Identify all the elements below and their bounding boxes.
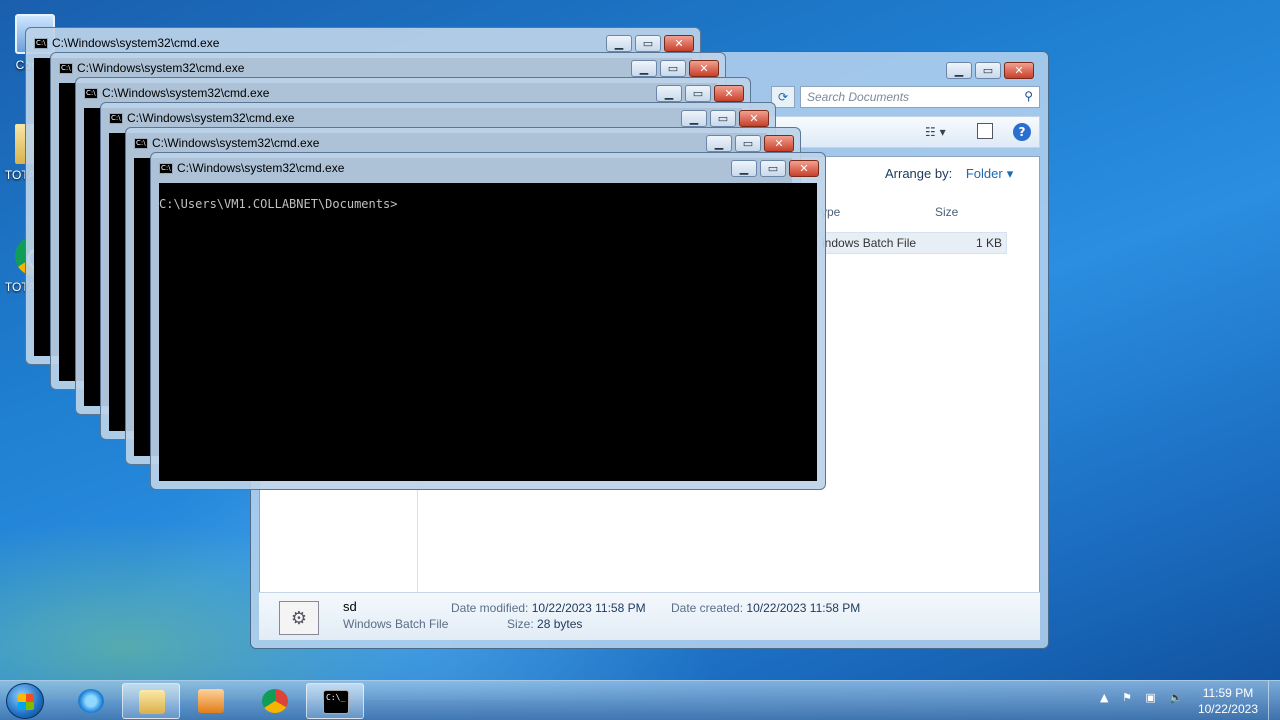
cmd-caption-buttons: ▁ ▭ ✕ [628,60,719,77]
clock-date: 10/22/2023 [1197,702,1258,716]
search-input[interactable]: Search Documents ⚲ [800,86,1040,108]
system-tray: ▲ ⚑ ▣ 🔈 [1100,691,1193,704]
details-file-name: sd [343,599,357,614]
minimize-button[interactable]: ▁ [631,60,657,77]
close-button[interactable]: ✕ [1004,62,1034,79]
preview-pane-icon[interactable] [977,123,993,139]
cmd-caption-buttons: ▁ ▭ ✕ [603,35,694,52]
cmd-window-title: C:\Windows\system32\cmd.exe [152,136,320,150]
taskbar-explorer[interactable] [122,683,180,719]
search-icon: ⚲ [1024,89,1033,103]
size-label: Size: [507,617,534,631]
maximize-button[interactable]: ▭ [660,60,686,77]
maximize-button[interactable]: ▭ [735,135,761,152]
cmd-app-icon: C:\ [109,113,123,124]
cmd-caption-buttons: ▁ ▭ ✕ [703,135,794,152]
minimize-button[interactable]: ▁ [731,160,757,177]
action-center-icon[interactable]: ⚑ [1122,691,1132,704]
cmd-window-title: C:\Windows\system32\cmd.exe [127,111,295,125]
close-button[interactable]: ✕ [714,85,744,102]
date-modified-label: Date modified: [451,601,529,615]
ie-icon [78,689,104,713]
file-row[interactable]: indows Batch File 1 KB [817,232,1007,254]
column-header-size[interactable]: Size [935,205,958,219]
volume-muted-icon[interactable]: 🔈 [1169,691,1183,704]
search-placeholder: Search Documents [807,90,910,104]
close-button[interactable]: ✕ [789,160,819,177]
help-icon[interactable]: ? [1013,123,1031,141]
start-button[interactable] [6,683,44,719]
media-player-icon [198,689,224,713]
arrange-by[interactable]: Arrange by: Folder ▾ [885,166,1013,182]
maximize-button[interactable]: ▭ [635,35,661,52]
cmd-window-title: C:\Windows\system32\cmd.exe [102,86,270,100]
batch-file-icon: ⚙ [279,601,319,635]
close-button[interactable]: ✕ [689,60,719,77]
details-file-type: Windows Batch File [343,617,449,631]
arrange-value[interactable]: Folder [966,166,1003,181]
minimize-button[interactable]: ▁ [706,135,732,152]
cmd-app-icon: C:\ [84,88,98,99]
cmd-app-icon: C:\ [159,163,173,174]
clock-time: 11:59 PM [1202,686,1254,700]
cmd-window-title: C:\Windows\system32\cmd.exe [52,36,220,50]
chevron-down-icon: ▾ [1006,166,1014,181]
date-created-label: Date created: [671,601,744,615]
cmd-window-title: C:\Windows\system32\cmd.exe [77,61,245,75]
maximize-button[interactable]: ▭ [975,62,1001,79]
windows-logo-icon [18,694,34,710]
taskbar-media-player[interactable] [182,683,240,719]
explorer-caption-buttons: ▁ ▭ ✕ [943,62,1034,79]
minimize-button[interactable]: ▁ [946,62,972,79]
show-hidden-icons-icon[interactable]: ▲ [1100,691,1108,704]
minimize-button[interactable]: ▁ [606,35,632,52]
view-options-icon[interactable]: ☷ ▾ [925,125,946,139]
maximize-button[interactable]: ▭ [685,85,711,102]
size-value: 28 bytes [537,617,583,631]
console-prompt: C:\Users\VM1.COLLABNET\Documents> [159,197,398,211]
minimize-button[interactable]: ▁ [681,110,707,127]
console-area[interactable]: C:\Users\VM1.COLLABNET\Documents> [159,183,817,481]
cmd-caption-buttons: ▁ ▭ ✕ [653,85,744,102]
close-button[interactable]: ✕ [764,135,794,152]
explorer-icon [139,690,165,714]
cmd-app-icon: C:\ [134,138,148,149]
close-button[interactable]: ✕ [739,110,769,127]
date-modified-value: 10/22/2023 11:58 PM [531,601,646,615]
file-type: indows Batch File [822,236,917,250]
details-pane: ⚙ sd Windows Batch File Date modified: 1… [259,592,1040,640]
chrome-icon [262,689,288,713]
cmd-app-icon: C:\ [34,38,48,49]
minimize-button[interactable]: ▁ [656,85,682,102]
file-size: 1 KB [975,236,1002,250]
taskbar-cmd[interactable]: C:\_ [306,683,364,719]
arrange-label: Arrange by: [885,166,953,181]
show-desktop-button[interactable] [1268,681,1280,720]
nav-pane-divider[interactable] [417,472,418,592]
taskbar-chrome[interactable] [246,683,304,719]
taskbar-ie[interactable] [62,683,120,719]
maximize-button[interactable]: ▭ [760,160,786,177]
maximize-button[interactable]: ▭ [710,110,736,127]
taskbar: C:\_ ▲ ⚑ ▣ 🔈 11:59 PM 10/22/2023 [0,680,1280,720]
cmd-window-title: C:\Windows\system32\cmd.exe [177,161,345,175]
cmd-icon: C:\_ [323,690,349,714]
cmd-caption-buttons: ▁ ▭ ✕ [728,160,819,177]
cmd-caption-buttons: ▁ ▭ ✕ [678,110,769,127]
clock[interactable]: 11:59 PM 10/22/2023 [1198,685,1258,717]
cmd-app-icon: C:\ [59,63,73,74]
date-created-value: 10/22/2023 11:58 PM [746,601,861,615]
network-icon[interactable]: ▣ [1145,691,1155,704]
cmd-window-active[interactable]: C:\ C:\Windows\system32\cmd.exe ▁ ▭ ✕ C:\U… [150,152,826,490]
close-button[interactable]: ✕ [664,35,694,52]
